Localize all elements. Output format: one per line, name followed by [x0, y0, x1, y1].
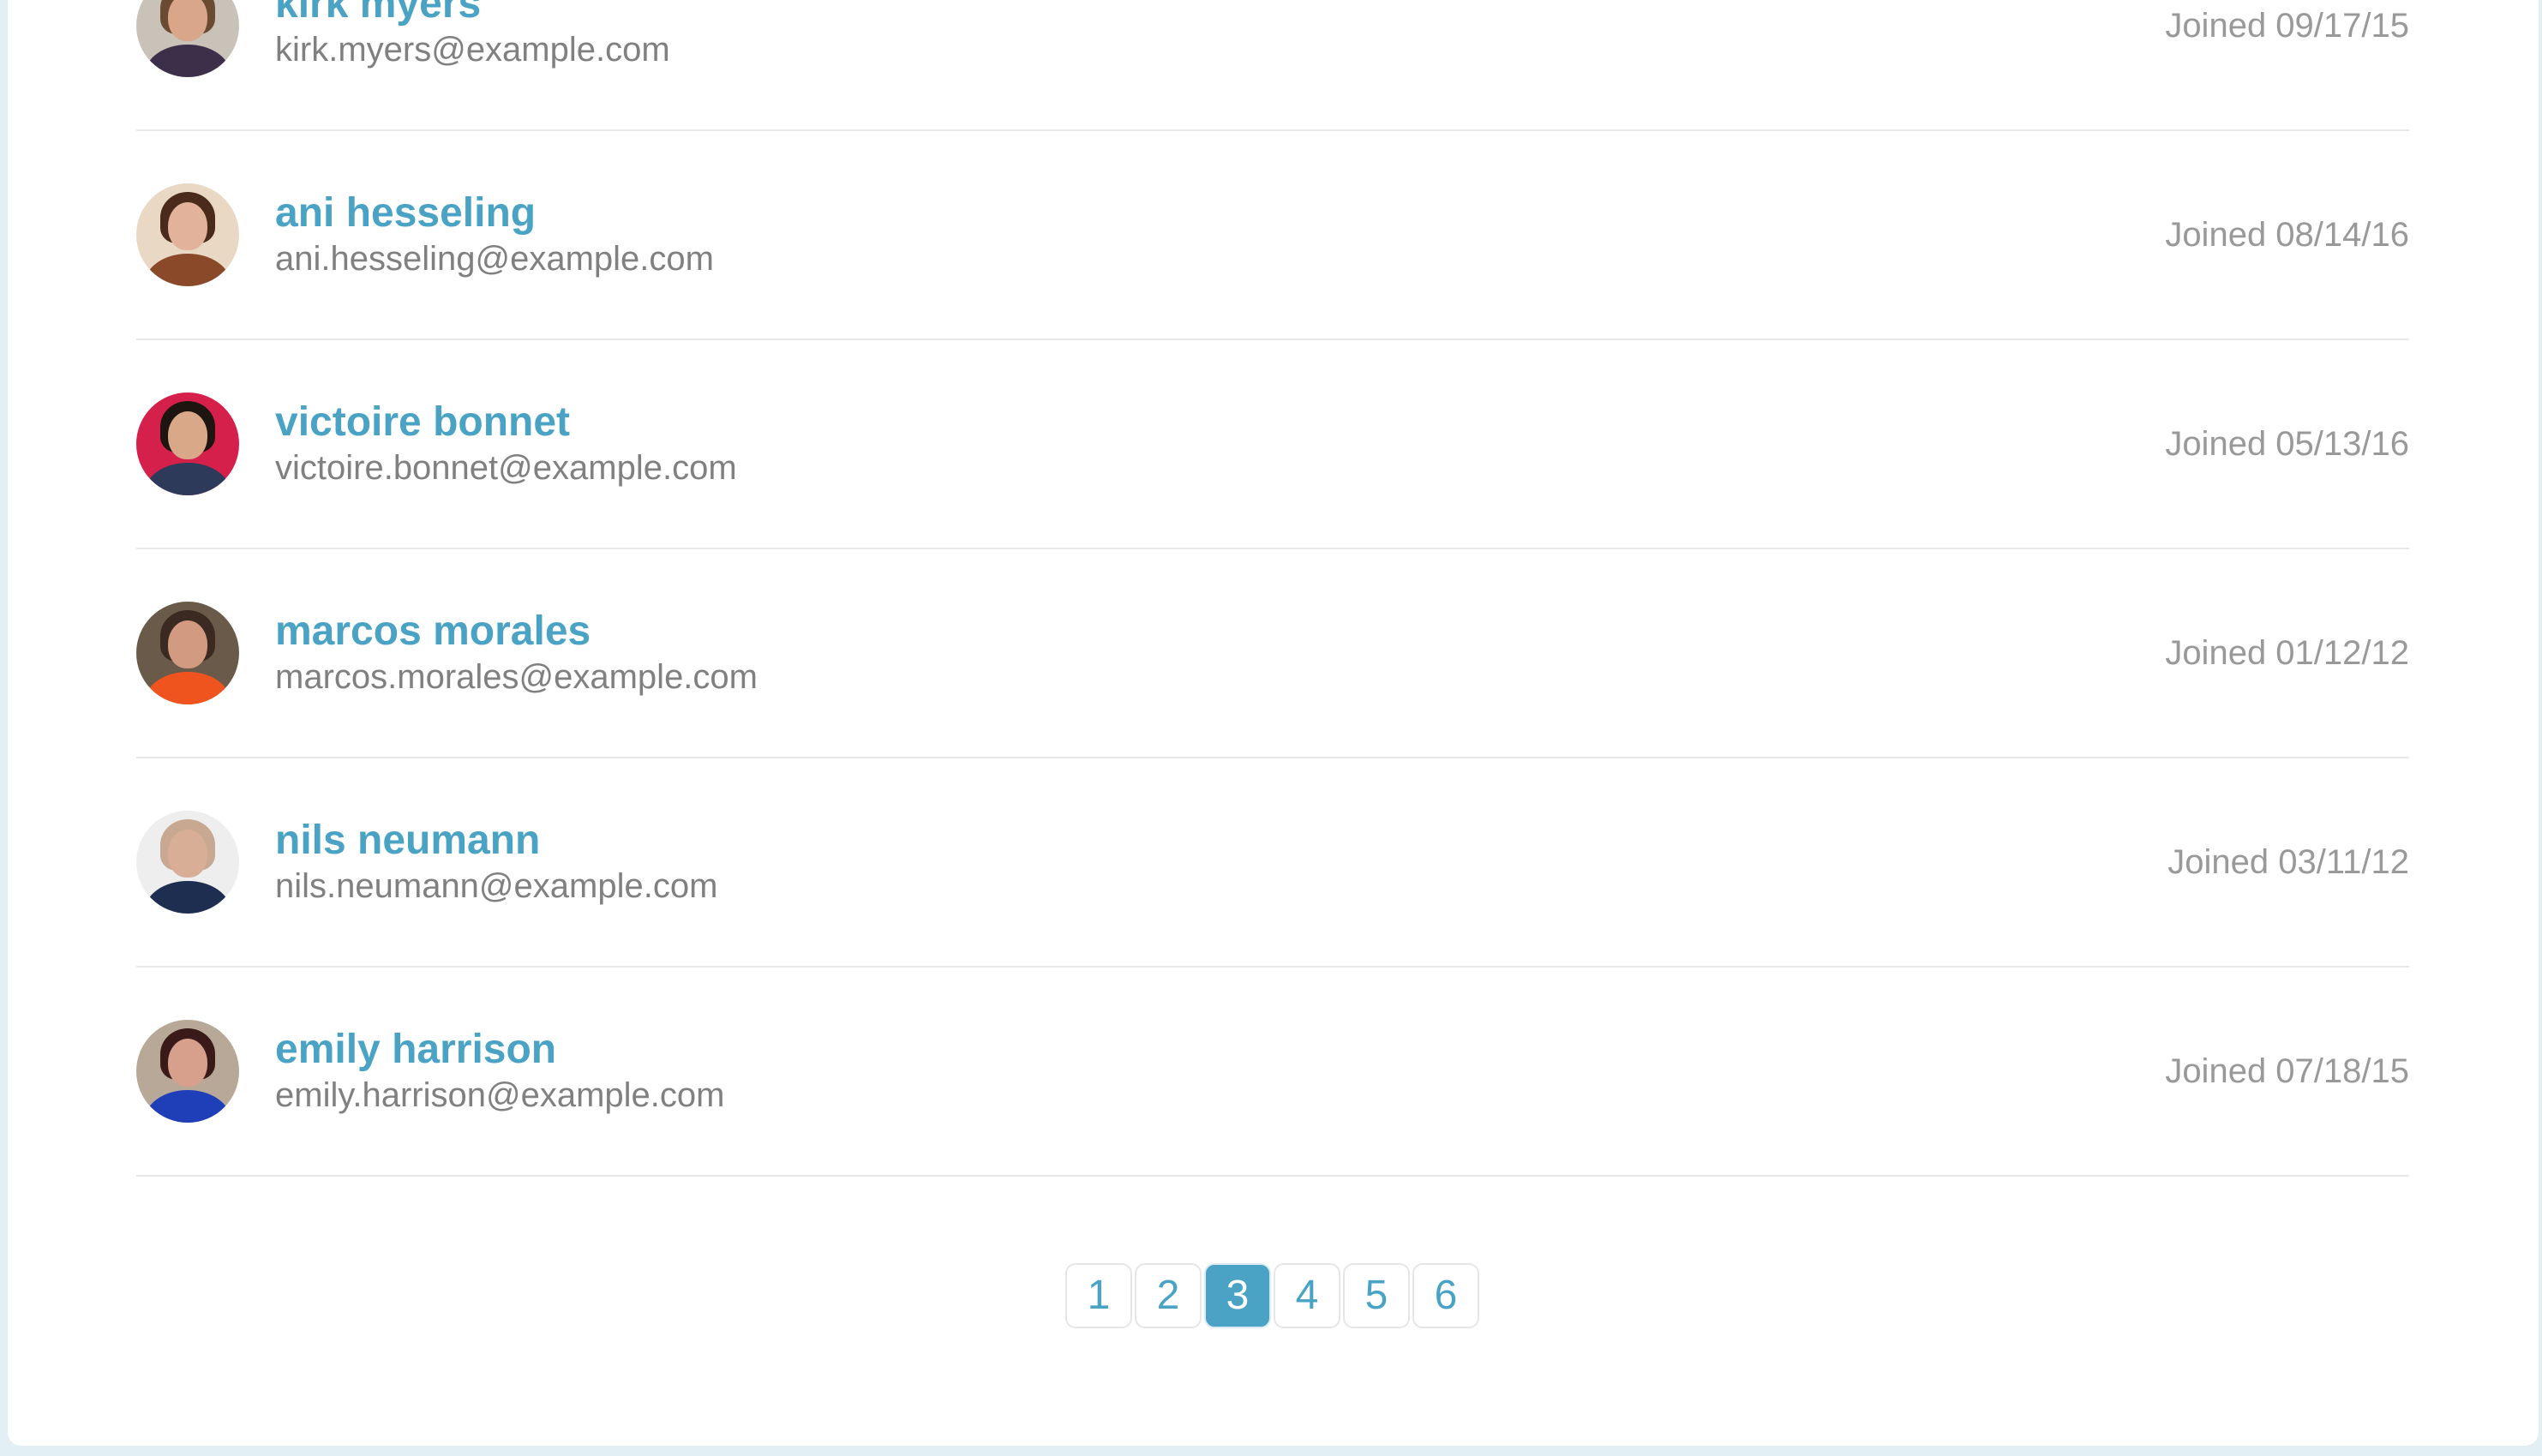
user-name-link[interactable]: kirk myers	[275, 0, 670, 28]
user-email: ani.hesseling@example.com	[275, 240, 714, 278]
user-row: marcos morales marcos.morales@example.co…	[136, 549, 2409, 758]
user-name-link[interactable]: ani hesseling	[275, 189, 714, 237]
page-button-4[interactable]: 4	[1274, 1263, 1340, 1328]
user-name-link[interactable]: marcos morales	[275, 608, 758, 656]
user-row: emily harrison emily.harrison@example.co…	[136, 968, 2409, 1177]
user-name-link[interactable]: nils neumann	[275, 817, 717, 865]
joined-date: Joined 03/11/12	[2167, 843, 2409, 881]
page-button-3[interactable]: 3	[1204, 1263, 1271, 1328]
avatar	[136, 602, 239, 704]
user-email: kirk.myers@example.com	[275, 31, 670, 69]
user-info: ani hesseling ani.hesseling@example.com	[275, 189, 714, 280]
user-info: emily harrison emily.harrison@example.co…	[275, 1026, 724, 1117]
user-info: victoire bonnet victoire.bonnet@example.…	[275, 398, 737, 489]
user-info: marcos morales marcos.morales@example.co…	[275, 608, 758, 698]
page-button-5[interactable]: 5	[1343, 1263, 1410, 1328]
user-name-link[interactable]: emily harrison	[275, 1026, 724, 1074]
user-name-link[interactable]: victoire bonnet	[275, 398, 737, 446]
user-row: nils neumann nils.neumann@example.com Jo…	[136, 758, 2409, 968]
avatar	[136, 0, 239, 77]
user-email: victoire.bonnet@example.com	[275, 449, 737, 487]
user-row: victoire bonnet victoire.bonnet@example.…	[136, 340, 2409, 549]
joined-date: Joined 09/17/15	[2165, 7, 2409, 45]
avatar	[136, 392, 239, 495]
joined-date: Joined 01/12/12	[2165, 634, 2409, 672]
user-info: kirk myers kirk.myers@example.com	[275, 0, 670, 71]
joined-date: Joined 07/18/15	[2165, 1052, 2409, 1090]
user-list: kirk myers kirk.myers@example.com Joined…	[136, 0, 2409, 1177]
page-button-1[interactable]: 1	[1065, 1263, 1132, 1328]
page-button-2[interactable]: 2	[1135, 1263, 1202, 1328]
pagination: 1 2 3 4 5 6	[1065, 1263, 1479, 1328]
user-email: marcos.morales@example.com	[275, 658, 758, 696]
user-info: nils neumann nils.neumann@example.com	[275, 817, 717, 908]
joined-date: Joined 05/13/16	[2165, 425, 2409, 463]
page-button-6[interactable]: 6	[1412, 1263, 1479, 1328]
user-row: kirk myers kirk.myers@example.com Joined…	[136, 0, 2409, 131]
avatar	[136, 1020, 239, 1123]
avatar	[136, 183, 239, 286]
user-email: emily.harrison@example.com	[275, 1076, 725, 1114]
joined-date: Joined 08/14/16	[2165, 216, 2409, 254]
avatar	[136, 811, 239, 914]
user-email: nils.neumann@example.com	[275, 867, 718, 905]
user-row: ani hesseling ani.hesseling@example.com …	[136, 131, 2409, 340]
